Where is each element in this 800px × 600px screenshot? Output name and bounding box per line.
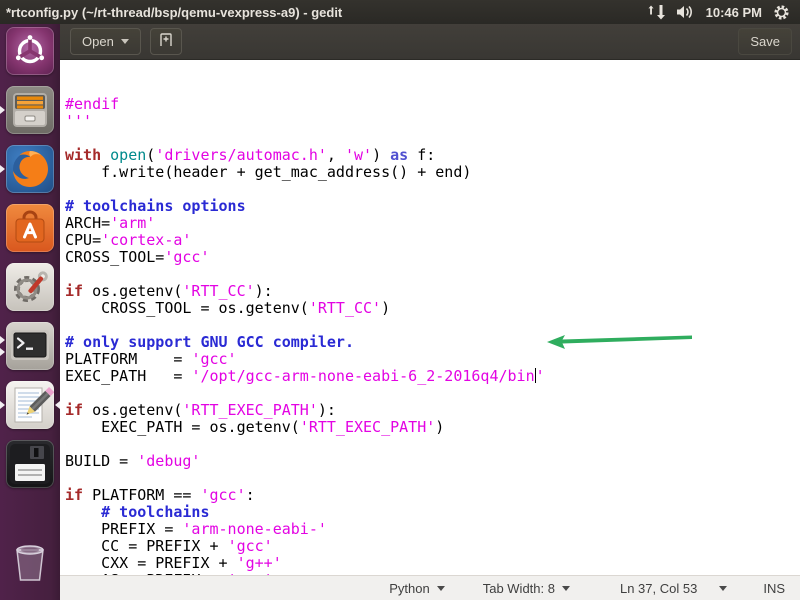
code-line: PLATFORM = 'gcc' (65, 351, 800, 368)
code-line (65, 130, 800, 147)
launcher-item-floppy[interactable] (0, 440, 60, 488)
launcher-item-gedit[interactable] (0, 381, 60, 429)
launcher-item-terminal[interactable] (0, 322, 60, 370)
launcher-item-files[interactable] (0, 86, 60, 134)
code-line (65, 470, 800, 487)
tab-width-label: Tab Width: 8 (483, 581, 555, 596)
code-line (65, 181, 800, 198)
session-gear-icon[interactable] (773, 4, 790, 21)
code-line: with open('drivers/automac.h', 'w') as f… (65, 147, 800, 164)
launcher-item-trash[interactable] (0, 538, 60, 586)
language-selector[interactable]: Python (383, 580, 450, 597)
language-label: Python (389, 581, 429, 596)
open-button-label: Open (82, 34, 114, 49)
running-indicator-icon (0, 165, 5, 173)
terminal-icon (6, 322, 54, 370)
code-line: CROSS_TOOL='gcc' (65, 249, 800, 266)
code-line: # toolchains (65, 504, 800, 521)
code-line: #endif (65, 96, 800, 113)
launcher-item-dash[interactable] (0, 27, 60, 75)
new-document-icon (158, 32, 174, 51)
gedit-headerbar: Open Save (60, 24, 800, 60)
settings-icon (6, 263, 54, 311)
running-indicator-icon (0, 401, 5, 409)
files-icon (6, 86, 54, 134)
launcher-item-firefox[interactable] (0, 145, 60, 193)
dash-icon (6, 27, 54, 75)
chevron-down-icon (121, 39, 129, 44)
save-button[interactable]: Save (738, 28, 792, 55)
open-button[interactable]: Open (70, 28, 141, 55)
code-line: f.write(header + get_mac_address() + end… (65, 164, 800, 181)
running-indicator-icon (0, 106, 5, 114)
focused-indicator-icon (55, 401, 60, 409)
code-line: EXEC_PATH = os.getenv('RTT_EXEC_PATH') (65, 419, 800, 436)
code-line: BUILD = 'debug' (65, 453, 800, 470)
text-editor-area[interactable]: #endif''' with open('drivers/automac.h', … (60, 60, 800, 575)
code-line: PREFIX = 'arm-none-eabi-' (65, 521, 800, 538)
unity-launcher (0, 24, 60, 600)
code-line: CC = PREFIX + 'gcc' (65, 538, 800, 555)
code-line (65, 266, 800, 283)
code-line: if os.getenv('RTT_EXEC_PATH'): (65, 402, 800, 419)
goto-line-caret-icon[interactable] (719, 586, 727, 591)
chevron-down-icon (437, 586, 445, 591)
launcher-item-software[interactable] (0, 204, 60, 252)
tab-width-selector[interactable]: Tab Width: 8 (477, 580, 576, 597)
gedit-icon (6, 381, 54, 429)
code-line: CXX = PREFIX + 'g++' (65, 555, 800, 572)
volume-icon[interactable] (676, 4, 695, 20)
running-indicator-icon (0, 336, 5, 344)
gedit-statusbar: Python Tab Width: 8 Ln 37, Col 53 INS (60, 575, 800, 600)
code-line: CPU='cortex-a' (65, 232, 800, 249)
cursor-position-label: Ln 37, Col 53 (620, 581, 697, 596)
code-line: if PLATFORM == 'gcc': (65, 487, 800, 504)
firefox-icon (6, 145, 54, 193)
floppy-icon (6, 440, 54, 488)
annotation-arrow-icon (547, 332, 692, 350)
code-line: if os.getenv('RTT_CC'): (65, 283, 800, 300)
code-line: EXEC_PATH = '/opt/gcc-arm-none-eabi-6_2-… (65, 368, 800, 385)
insert-mode-label: INS (763, 581, 785, 596)
code-line: ARCH='arm' (65, 215, 800, 232)
code-line: # toolchains options (65, 198, 800, 215)
clock[interactable]: 10:46 PM (706, 5, 762, 20)
code-line: CROSS_TOOL = os.getenv('RTT_CC') (65, 300, 800, 317)
chevron-down-icon (562, 586, 570, 591)
network-updown-icon[interactable] (647, 4, 665, 20)
software-icon (6, 204, 54, 252)
launcher-item-settings[interactable] (0, 263, 60, 311)
window-title: *rtconfig.py (~/rt-thread/bsp/qemu-vexpr… (6, 5, 647, 20)
code-line (65, 436, 800, 453)
trash-icon (6, 538, 54, 586)
new-document-button[interactable] (150, 28, 182, 55)
code-line: ''' (65, 113, 800, 130)
code-line (65, 385, 800, 402)
running-indicator-icon (0, 348, 5, 356)
save-button-label: Save (750, 34, 780, 49)
top-panel: *rtconfig.py (~/rt-thread/bsp/qemu-vexpr… (0, 0, 800, 24)
